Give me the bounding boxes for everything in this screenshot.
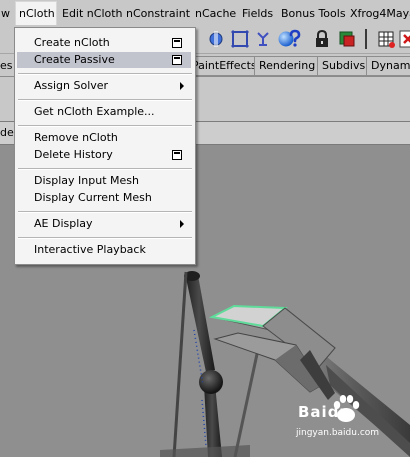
- menu-separator: [18, 73, 192, 75]
- menu-separator: [18, 99, 192, 101]
- menu-edit-ncloth[interactable]: Edit nCloth: [62, 7, 123, 20]
- close-icon[interactable]: [398, 28, 410, 50]
- menu-item-assign-solver[interactable]: Assign Solver: [17, 78, 191, 94]
- menu-ncache[interactable]: nCache: [195, 7, 236, 20]
- menu-item-label: Interactive Playback: [34, 243, 146, 256]
- menu-separator: [18, 211, 192, 213]
- menu-item-label: Create nCloth: [34, 36, 110, 49]
- menu-item-create-passive[interactable]: Create Passive: [17, 52, 191, 68]
- menu-separator: [18, 125, 192, 127]
- menu-item-delete-history[interactable]: Delete History: [17, 147, 191, 163]
- question-mark-icon[interactable]: [284, 28, 306, 50]
- menu-nconstraint[interactable]: nConstraint: [126, 7, 190, 20]
- ncloth-dropdown-menu: Create nCloth Create Passive Assign Solv…: [14, 27, 196, 265]
- submenu-arrow-icon: [180, 82, 184, 90]
- tab-dynamics[interactable]: Dynamic: [366, 56, 410, 76]
- lock-icon[interactable]: [311, 28, 333, 50]
- menu-item-label: Assign Solver: [34, 79, 109, 92]
- menu-item-label: AE Display: [34, 217, 93, 230]
- menu-item-get-ncloth-example[interactable]: Get nCloth Example...: [17, 104, 191, 120]
- menu-item-create-ncloth[interactable]: Create nCloth: [17, 35, 191, 51]
- menu-item-interactive-playback[interactable]: Interactive Playback: [17, 242, 191, 258]
- tab-subdivs[interactable]: Subdivs: [317, 56, 371, 76]
- menu-item-remove-ncloth[interactable]: Remove nCloth: [17, 130, 191, 146]
- menu-fields[interactable]: Fields: [242, 7, 273, 20]
- menu-window-fragment[interactable]: w: [1, 7, 10, 20]
- menu-separator: [18, 237, 192, 239]
- shelf-tab-fragment[interactable]: es: [0, 59, 13, 72]
- option-box-icon[interactable]: [172, 55, 182, 65]
- menu-separator: [18, 168, 192, 170]
- submenu-arrow-icon: [180, 220, 184, 228]
- grid-icon[interactable]: [375, 28, 397, 50]
- menu-bar: w nCloth Edit nCloth nConstraint nCache …: [0, 0, 410, 27]
- tab-rendering[interactable]: Rendering: [254, 56, 321, 76]
- rod-lower: [204, 384, 222, 457]
- select-box-icon[interactable]: [229, 28, 251, 50]
- snap-icon[interactable]: [252, 28, 274, 50]
- pivot-icon[interactable]: [205, 28, 227, 50]
- option-box-icon[interactable]: [172, 150, 182, 160]
- tab-painteffects[interactable]: PaintEffects: [187, 56, 262, 76]
- menu-item-label: Delete History: [34, 148, 113, 161]
- menu-item-label: Get nCloth Example...: [34, 105, 155, 118]
- menu-xfrog4maya[interactable]: Xfrog4Maya: [350, 7, 410, 20]
- menu-ncloth[interactable]: nCloth: [19, 7, 55, 20]
- thin-rod-b: [233, 339, 262, 457]
- toolbar-divider: [365, 29, 367, 49]
- menu-item-display-current-mesh[interactable]: Display Current Mesh: [17, 190, 191, 206]
- watermark-url: jingyan.baidu.com: [296, 428, 380, 438]
- baidu-watermark: Baidu jingyan.baidu.com: [296, 388, 408, 454]
- watermark-brand: Baidu: [298, 403, 352, 421]
- option-box-icon[interactable]: [172, 38, 182, 48]
- menu-bonus-tools[interactable]: Bonus Tools: [281, 7, 346, 20]
- render-icon[interactable]: [336, 28, 358, 50]
- menu-item-label: Remove nCloth: [34, 131, 118, 144]
- menu-item-label: Display Current Mesh: [34, 191, 152, 204]
- menu-item-label: Display Input Mesh: [34, 174, 139, 187]
- menu-item-label: Create Passive: [34, 53, 115, 66]
- menu-item-display-input-mesh[interactable]: Display Input Mesh: [17, 173, 191, 189]
- thin-rod-a: [172, 271, 188, 457]
- menu-item-ae-display[interactable]: AE Display: [17, 216, 191, 232]
- rod-upper: [186, 275, 215, 372]
